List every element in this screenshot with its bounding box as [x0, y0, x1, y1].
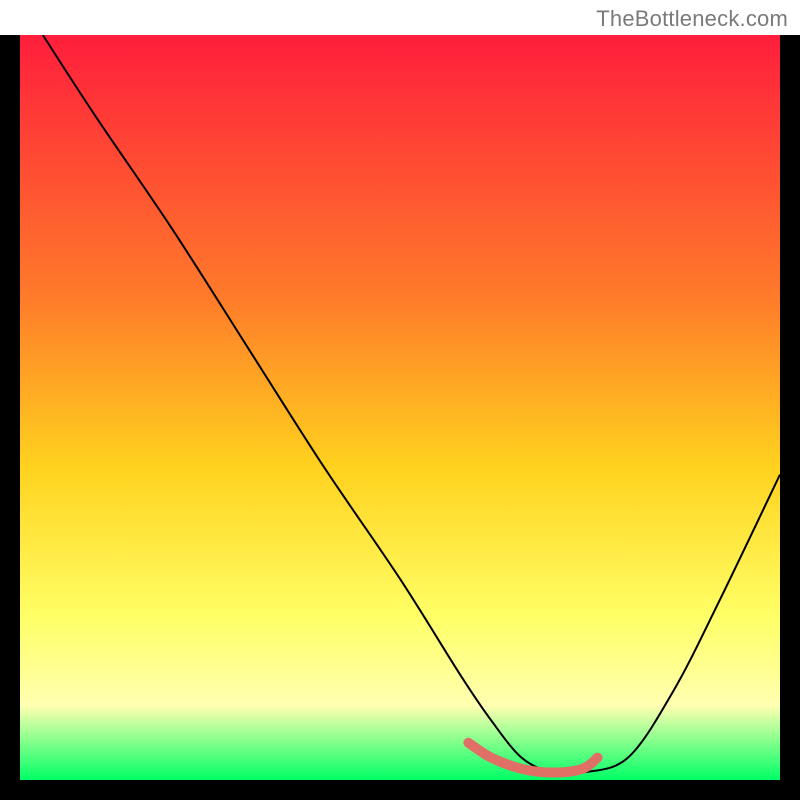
plot-background [20, 35, 780, 780]
frame [780, 35, 800, 800]
bottleneck-chart [0, 0, 800, 800]
attribution-text: TheBottleneck.com [596, 6, 788, 32]
frame [0, 780, 800, 800]
frame [0, 35, 20, 800]
